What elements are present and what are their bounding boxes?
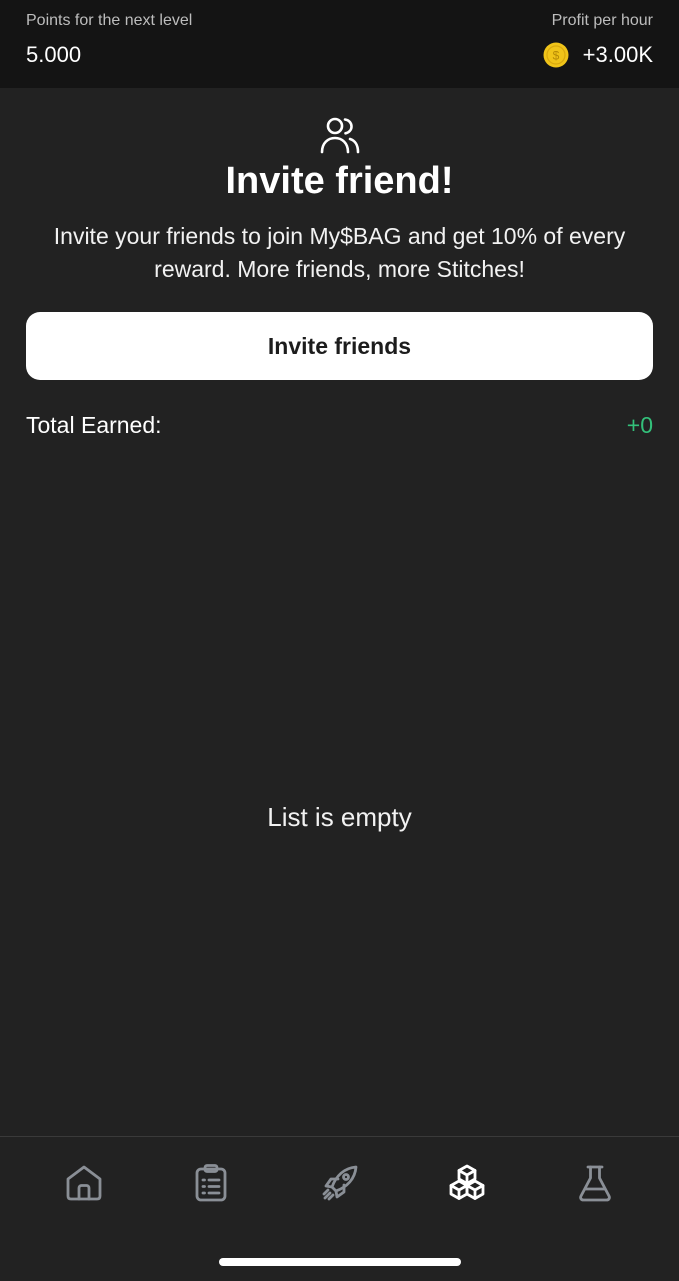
- empty-list-message: List is empty: [267, 802, 412, 832]
- total-earned-value: +0: [626, 412, 653, 438]
- profit-per-hour-value: +3.00K: [582, 42, 653, 67]
- nav-friends[interactable]: [447, 1163, 487, 1203]
- profit-per-hour: $ +3.00K: [543, 40, 653, 70]
- invite-friends-button[interactable]: Invite friends: [26, 312, 653, 380]
- nav-lab[interactable]: [575, 1163, 615, 1203]
- page-title: Invite friend!: [225, 160, 454, 202]
- rocket-icon: [322, 1165, 358, 1201]
- next-level-value: 5.000: [26, 42, 82, 67]
- home-icon: [66, 1165, 102, 1201]
- total-earned-label: Total Earned:: [26, 412, 162, 438]
- nav-home[interactable]: [64, 1163, 104, 1203]
- svg-text:$: $: [552, 49, 559, 63]
- top-bar: Points for the next level 5.000 Profit p…: [0, 0, 679, 88]
- cubes-icon: [449, 1164, 485, 1200]
- next-level-label: Points for the next level: [26, 12, 193, 29]
- invite-description: Invite your friends to join My$BAG and g…: [53, 223, 626, 282]
- clipboard-list-icon: [195, 1164, 227, 1202]
- flask-icon: [579, 1165, 611, 1202]
- home-indicator[interactable]: [219, 1258, 461, 1266]
- nav-tasks[interactable]: [191, 1163, 231, 1203]
- friends-icon: [320, 117, 360, 154]
- profit-per-hour-label: Profit per hour: [551, 12, 653, 29]
- coin-icon: $: [543, 42, 569, 68]
- nav-boost[interactable]: [320, 1163, 360, 1203]
